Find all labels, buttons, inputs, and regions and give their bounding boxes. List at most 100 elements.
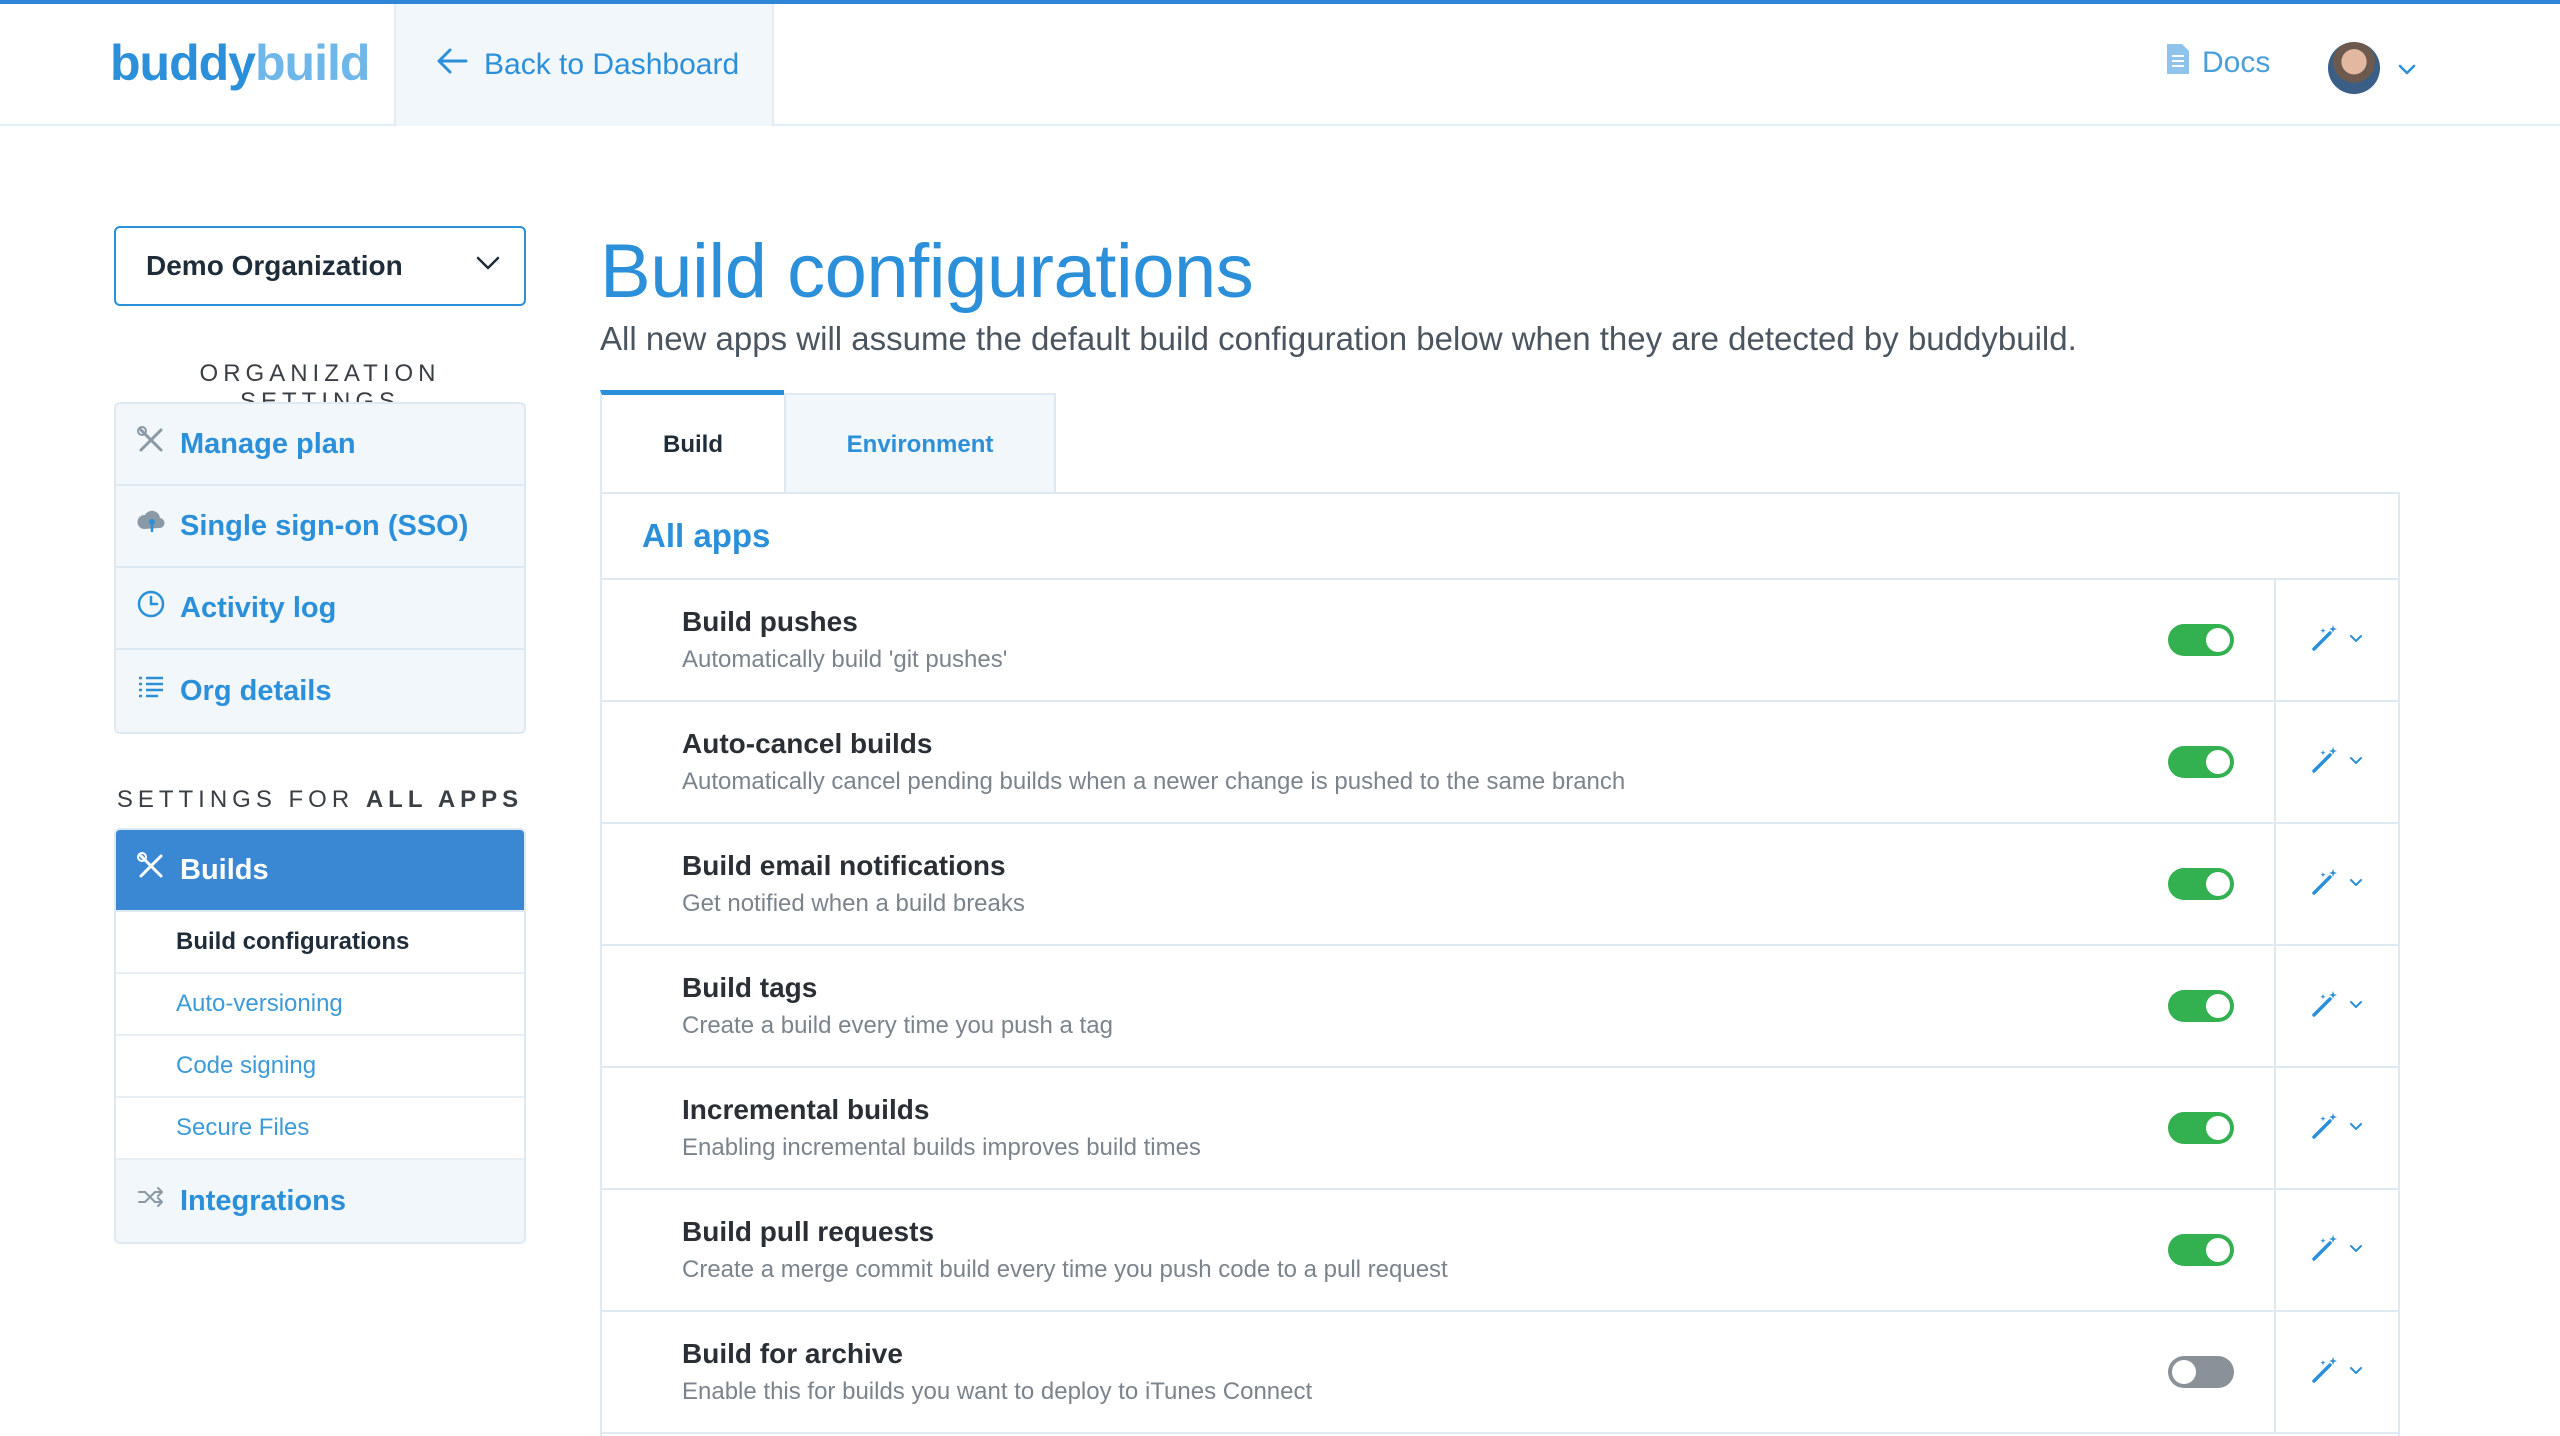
- sidebar-item-integrations[interactable]: Integrations: [116, 1160, 524, 1242]
- logo-buddy: buddy: [110, 35, 256, 91]
- tab-build[interactable]: Build: [600, 390, 784, 494]
- tools-icon: [136, 425, 166, 463]
- config-list: Build pushes Automatically build 'git pus…: [602, 580, 2398, 1434]
- page-subtitle: All new apps will assume the default bui…: [600, 320, 2077, 357]
- subnav-secure-files[interactable]: Secure Files: [116, 1098, 524, 1160]
- all-apps-settings-nav: Builds Build configurations Auto-version…: [114, 828, 526, 1244]
- config-text: Auto-cancel builds Automatically cancel p…: [682, 728, 1625, 796]
- config-row: Build pushes Automatically build 'git pus…: [602, 580, 2398, 702]
- page-title: Build configurations: [600, 229, 1254, 314]
- config-toggle[interactable]: [2168, 746, 2234, 778]
- sidebar-item-manage-plan[interactable]: Manage plan: [116, 404, 524, 486]
- config-text: Build for archive Enable this for builds …: [682, 1338, 1312, 1406]
- config-title: Auto-cancel builds: [682, 728, 933, 759]
- sidebar-item-builds[interactable]: Builds: [116, 830, 524, 912]
- docs-link[interactable]: Docs: [2164, 42, 2270, 84]
- panel-heading: All apps: [602, 494, 2398, 580]
- chevron-down-icon: [472, 247, 504, 286]
- user-avatar[interactable]: [2328, 42, 2380, 94]
- chevron-down-icon[interactable]: [2394, 56, 2420, 82]
- config-main: Auto-cancel builds Automatically cancel p…: [602, 702, 2276, 822]
- chevron-down-icon: [2347, 1361, 2365, 1384]
- heading-bold: ALL APPS: [365, 786, 524, 813]
- subnav-build-configurations[interactable]: Build configurations: [116, 912, 524, 974]
- top-bar: buddybuild Back to Dashboard Docs: [0, 4, 2560, 126]
- logo-build: build: [254, 35, 370, 91]
- all-apps-settings-heading: SETTINGS FOR ALL APPS: [114, 786, 526, 814]
- config-options-button[interactable]: [2276, 580, 2398, 700]
- config-title: Build email notifications: [682, 850, 1006, 881]
- toggle-knob: [2206, 628, 2230, 652]
- config-text: Build pushes Automatically build 'git pus…: [682, 606, 1007, 674]
- magic-wand-icon: [2309, 1354, 2341, 1391]
- config-text: Build pull requests Create a merge commit…: [682, 1216, 1448, 1284]
- config-title: Incremental builds: [682, 1094, 930, 1125]
- config-description: Enabling incremental builds improves bui…: [682, 1134, 1201, 1161]
- sidebar-item-label: Org details: [180, 674, 332, 707]
- config-toggle[interactable]: [2168, 868, 2234, 900]
- subnav-code-signing[interactable]: Code signing: [116, 1036, 524, 1098]
- config-options-button[interactable]: [2276, 824, 2398, 944]
- config-text: Incremental builds Enabling incremental b…: [682, 1094, 1201, 1162]
- back-to-dashboard-button[interactable]: Back to Dashboard: [394, 4, 774, 126]
- chevron-down-icon: [2347, 629, 2365, 652]
- sidebar-item-label: Manage plan: [180, 427, 356, 460]
- org-select-value: Demo Organization: [146, 250, 403, 281]
- subnav-auto-versioning[interactable]: Auto-versioning: [116, 974, 524, 1036]
- config-title: Build tags: [682, 972, 818, 1003]
- magic-wand-icon: [2309, 1232, 2341, 1269]
- config-main: Build pull requests Create a merge commit…: [602, 1190, 2276, 1310]
- chevron-down-icon: [2347, 1239, 2365, 1262]
- config-description: Get notified when a build breaks: [682, 890, 1025, 917]
- config-title: Build pull requests: [682, 1216, 935, 1247]
- tab-environment[interactable]: Environment: [784, 393, 1056, 494]
- tab-bar: Build Environment: [600, 390, 1056, 494]
- magic-wand-icon: [2309, 866, 2341, 903]
- config-toggle[interactable]: [2168, 990, 2234, 1022]
- config-row: Build tags Create a build every time you …: [602, 946, 2398, 1068]
- chevron-down-icon: [2347, 873, 2365, 896]
- config-main: Build pushes Automatically build 'git pus…: [602, 580, 2276, 700]
- heading-prefix: SETTINGS FOR: [116, 786, 355, 813]
- tools-icon: [136, 851, 166, 889]
- sidebar-item-sso[interactable]: Single sign-on (SSO): [116, 486, 524, 568]
- config-toggle[interactable]: [2168, 1234, 2234, 1266]
- shuffle-icon: [136, 1182, 166, 1220]
- toggle-knob: [2206, 872, 2230, 896]
- config-options-button[interactable]: [2276, 946, 2398, 1066]
- config-title: Build pushes: [682, 606, 858, 637]
- config-main: Build email notifications Get notified wh…: [602, 824, 2276, 944]
- sidebar-item-label: Activity log: [180, 591, 337, 624]
- sso-icon: [136, 507, 166, 545]
- config-main: Build tags Create a build every time you …: [602, 946, 2276, 1066]
- config-options-button[interactable]: [2276, 1190, 2398, 1310]
- config-row: Build pull requests Create a merge commit…: [602, 1190, 2398, 1312]
- config-toggle[interactable]: [2168, 624, 2234, 656]
- buddybuild-logo[interactable]: buddybuild: [110, 34, 370, 92]
- magic-wand-icon: [2309, 1110, 2341, 1147]
- sidebar-item-activity-log[interactable]: Activity log: [116, 568, 524, 650]
- config-description: Create a merge commit build every time y…: [682, 1256, 1448, 1283]
- config-main: Incremental builds Enabling incremental b…: [602, 1068, 2276, 1188]
- config-options-button[interactable]: [2276, 1312, 2398, 1432]
- sidebar-item-org-details[interactable]: Org details: [116, 650, 524, 732]
- organization-select[interactable]: Demo Organization: [114, 226, 526, 306]
- config-options-button[interactable]: [2276, 702, 2398, 822]
- arrow-left-icon: [432, 41, 472, 89]
- config-main: Build for archive Enable this for builds …: [602, 1312, 2276, 1432]
- sidebar-item-label: Single sign-on (SSO): [180, 509, 469, 542]
- magic-wand-icon: [2309, 744, 2341, 781]
- config-row: Incremental builds Enabling incremental b…: [602, 1068, 2398, 1190]
- toggle-knob: [2206, 994, 2230, 1018]
- document-icon: [2164, 42, 2192, 84]
- magic-wand-icon: [2309, 622, 2341, 659]
- toggle-knob: [2206, 1238, 2230, 1262]
- config-options-button[interactable]: [2276, 1068, 2398, 1188]
- config-toggle[interactable]: [2168, 1356, 2234, 1388]
- config-text: Build tags Create a build every time you …: [682, 972, 1113, 1040]
- sidebar-item-label: Integrations: [180, 1184, 346, 1217]
- back-label: Back to Dashboard: [484, 48, 740, 81]
- config-toggle[interactable]: [2168, 1112, 2234, 1144]
- config-text: Build email notifications Get notified wh…: [682, 850, 1025, 918]
- org-settings-nav: Manage plan Single sign-on (SSO) Activit…: [114, 402, 526, 734]
